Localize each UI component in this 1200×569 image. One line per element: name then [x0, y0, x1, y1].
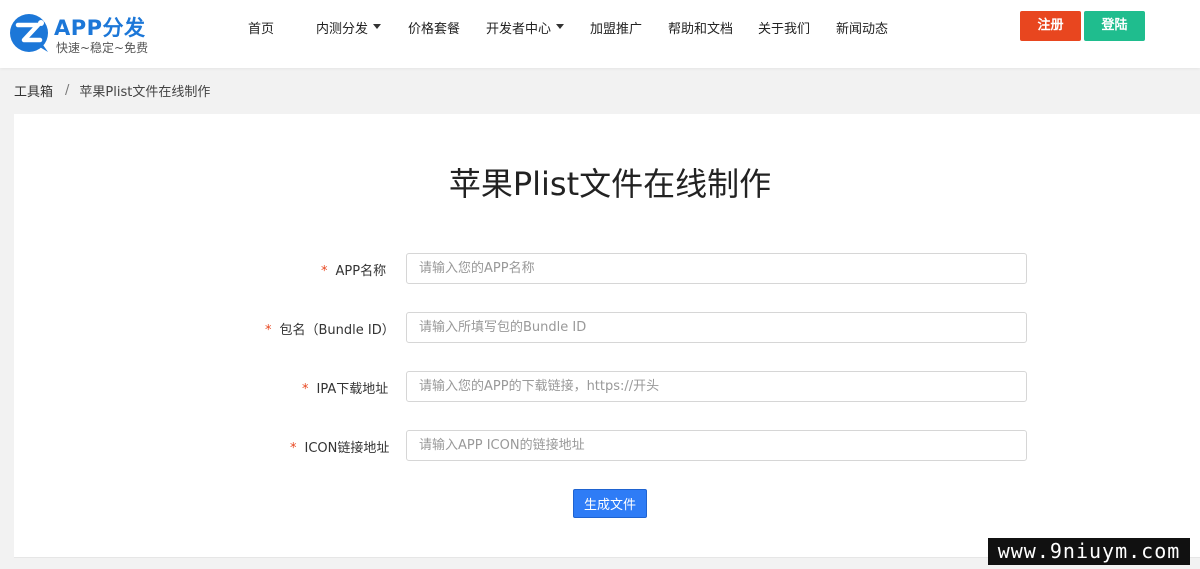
caret-down-icon: [556, 24, 565, 29]
generate-file-button[interactable]: 生成文件: [573, 489, 647, 518]
bundle-id-label: * 包名（Bundle ID）: [265, 319, 395, 338]
bundle-id-label-text: 包名（Bundle ID）: [279, 323, 395, 338]
page-title: 苹果Plist文件在线制作: [448, 165, 772, 203]
ipa-url-label-text: IPA下载地址: [316, 382, 389, 397]
app-name-label: * APP名称: [321, 260, 386, 279]
breadcrumb-current: 苹果Plist文件在线制作: [79, 84, 211, 100]
required-mark: *: [302, 382, 309, 397]
required-mark: *: [321, 264, 328, 279]
breadcrumb-separator: /: [65, 82, 70, 98]
logo[interactable]: APP分发 快速~稳定~免费: [8, 10, 158, 58]
watermark: www.9niuym.com: [988, 538, 1190, 565]
caret-down-icon: [373, 24, 382, 29]
nav-home-label: 首页: [248, 22, 275, 37]
top-header: APP分发 快速~稳定~免费 首页 内测分发 价格套餐 开发者中心 加盟推广 帮…: [0, 0, 1200, 68]
required-mark: *: [290, 441, 297, 456]
nav-pricing[interactable]: 价格套餐: [408, 18, 460, 37]
breadcrumb: 工具箱 / 苹果Plist文件在线制作: [14, 80, 210, 100]
logo-title: APP分发: [54, 16, 146, 40]
bundle-id-input[interactable]: [406, 312, 1027, 343]
nav-beta-distribution[interactable]: 内测分发: [316, 18, 382, 37]
app-name-label-text: APP名称: [335, 264, 387, 279]
login-button[interactable]: 登陆: [1084, 11, 1145, 41]
nav-developer-center-label: 开发者中心: [486, 22, 552, 37]
icon-url-label: * ICON链接地址: [290, 437, 389, 456]
nav-news-label: 新闻动态: [836, 22, 889, 37]
logo-icon: [10, 14, 48, 52]
nav-about-label: 关于我们: [758, 22, 811, 37]
nav-developer-center[interactable]: 开发者中心: [486, 18, 565, 37]
nav-about[interactable]: 关于我们: [758, 18, 810, 37]
ipa-url-input[interactable]: [406, 371, 1027, 402]
nav-partner-label: 加盟推广: [590, 22, 643, 37]
nav-home[interactable]: 首页: [248, 18, 274, 37]
nav-beta-distribution-label: 内测分发: [316, 22, 369, 37]
ipa-url-label: * IPA下载地址: [302, 378, 388, 397]
required-mark: *: [265, 323, 272, 338]
nav-help-docs[interactable]: 帮助和文档: [668, 18, 733, 37]
nav-help-docs-label: 帮助和文档: [668, 22, 734, 37]
nav-pricing-label: 价格套餐: [408, 22, 461, 37]
register-button[interactable]: 注册: [1020, 11, 1081, 41]
nav-news[interactable]: 新闻动态: [836, 18, 888, 37]
app-name-input[interactable]: [406, 253, 1027, 284]
icon-url-label-text: ICON链接地址: [304, 441, 390, 456]
nav-partner[interactable]: 加盟推广: [590, 18, 642, 37]
icon-url-input[interactable]: [406, 430, 1027, 461]
breadcrumb-toolbox-link[interactable]: 工具箱: [14, 81, 53, 100]
logo-subtitle: 快速~稳定~免费: [56, 41, 149, 55]
